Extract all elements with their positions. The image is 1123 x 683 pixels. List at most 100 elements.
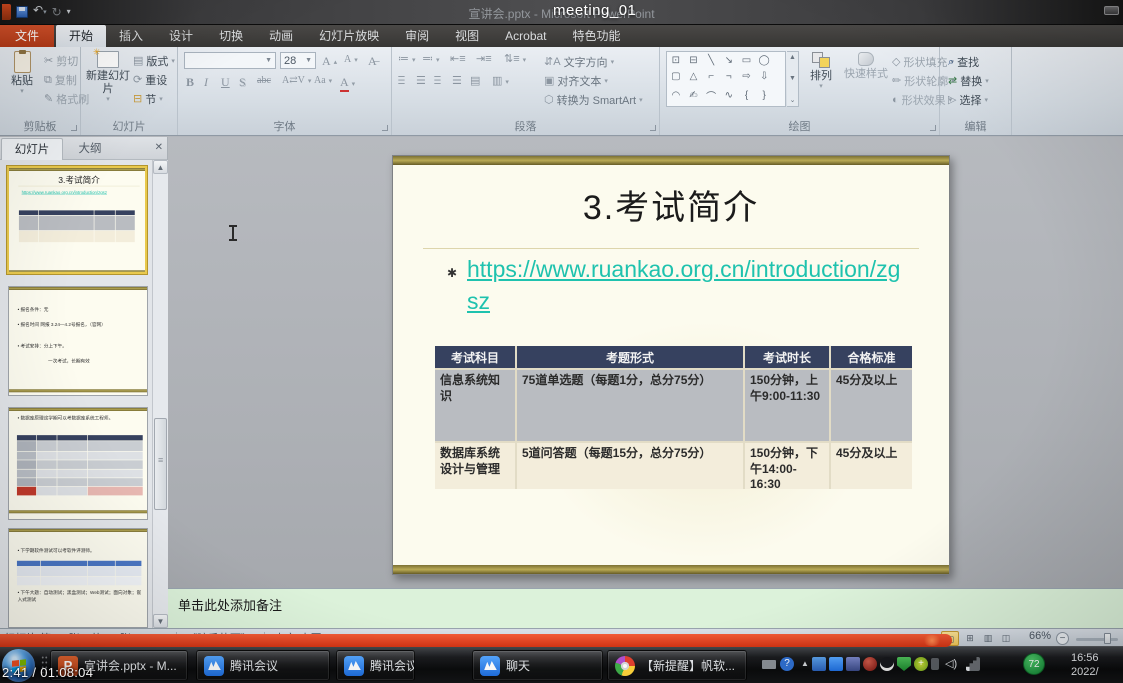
- tab-special-features[interactable]: 特色功能: [560, 25, 634, 47]
- left-brace-shape-icon[interactable]: {: [745, 90, 748, 101]
- change-case-icon[interactable]: Aa▾: [314, 75, 332, 86]
- arrow-shape-icon[interactable]: ↘: [725, 55, 733, 66]
- hyperlink[interactable]: https://www.ruankao.org.cn/introduction/…: [467, 256, 900, 283]
- thumbnail-slide-current[interactable]: 3.考试简介 https://www.ruankao.org.cn/introd…: [7, 166, 147, 274]
- text-shadow-icon[interactable]: S: [239, 75, 246, 90]
- slide-sorter-view-icon[interactable]: ⊞: [961, 631, 979, 646]
- shapes-gallery[interactable]: ⊡⊟ ╲↘ ▭◯ ▢△ ⌐¬ ⇨⇩ ◠✍ ⌒∿ {}: [666, 51, 786, 107]
- align-text-button[interactable]: ▣ 对齐文本▾: [544, 73, 608, 89]
- slideshow-view-icon[interactable]: ◫: [997, 631, 1015, 646]
- numbering-icon[interactable]: ≕▾: [422, 54, 440, 65]
- taskbar-tencent-meeting-2[interactable]: 腾讯会议: [336, 650, 415, 681]
- network-icon[interactable]: [966, 657, 980, 671]
- show-hidden-icons-chevron[interactable]: ▲: [798, 657, 812, 671]
- tab-outline[interactable]: 大纲: [65, 138, 115, 160]
- thumbnail-slide[interactable]: • 数据库原理这学期可以考数据库系统工程师。: [8, 407, 148, 520]
- text-direction-button[interactable]: ⇵A 文字方向▾: [544, 54, 614, 70]
- tab-review[interactable]: 审阅: [392, 25, 442, 47]
- zoom-slider[interactable]: [1076, 638, 1118, 641]
- close-icon[interactable]: ✕: [155, 142, 163, 153]
- arc-shape-icon[interactable]: ◠: [671, 90, 680, 101]
- slide-editing-area[interactable]: 3.考试简介 ✱ https://www.ruankao.org.cn/intr…: [168, 137, 1123, 588]
- taskbar-tencent-meeting-1[interactable]: 腾讯会议: [196, 650, 330, 681]
- notes-pane[interactable]: 单击此处添加备注: [168, 588, 1123, 628]
- tab-file[interactable]: 文件: [0, 25, 54, 47]
- scroll-up-icon[interactable]: ▲: [789, 54, 796, 61]
- scroll-down-icon[interactable]: ▼: [789, 75, 796, 82]
- video-progress-bar[interactable]: [0, 634, 952, 647]
- justify-icon[interactable]: ☰: [452, 76, 462, 87]
- font-color-icon[interactable]: A▾: [340, 75, 355, 92]
- text-box-vertical-shape-icon[interactable]: ⊟: [689, 55, 697, 66]
- slide-canvas[interactable]: 3.考试简介 ✱ https://www.ruankao.org.cn/intr…: [392, 155, 950, 575]
- font-name-combo[interactable]: ▼: [184, 52, 276, 69]
- curve-shape-icon[interactable]: ⌒: [706, 88, 716, 103]
- arrange-button[interactable]: 排列 ▾: [804, 52, 838, 92]
- zoom-slider-thumb[interactable]: [1104, 633, 1111, 644]
- paste-button[interactable]: 粘贴 ▾: [3, 51, 41, 97]
- increase-indent-icon[interactable]: ⇥≡: [476, 54, 492, 65]
- qq-icon[interactable]: [880, 657, 894, 671]
- taskbar-browser[interactable]: 【新提醒】帆软...: [607, 650, 747, 681]
- line-shape-icon[interactable]: ╲: [708, 55, 714, 66]
- rounded-rect-shape-icon[interactable]: ▢: [671, 71, 680, 82]
- elbow-shape-icon[interactable]: ⌐: [708, 71, 714, 82]
- strikethrough-icon[interactable]: abc: [257, 75, 271, 86]
- smartart-button[interactable]: ⬡ 转换为 SmartArt▾: [544, 92, 643, 108]
- right-brace-shape-icon[interactable]: }: [762, 90, 765, 101]
- hyperlink[interactable]: sz: [467, 288, 490, 315]
- zoom-out-icon[interactable]: −: [1056, 632, 1069, 645]
- exam-table[interactable]: 考试科目 考题形式 考试时长 合格标准 信息系统知识 75道单选题（每题1分，总…: [435, 346, 912, 489]
- panel-scrollbar[interactable]: ▲ ▼: [152, 160, 168, 628]
- scroll-down-icon[interactable]: ▼: [153, 614, 168, 628]
- tab-transitions[interactable]: 切换: [206, 25, 256, 47]
- grow-font-icon[interactable]: A▴: [322, 54, 337, 69]
- align-center-icon[interactable]: ☰: [416, 76, 426, 87]
- media-tray-icon[interactable]: [812, 657, 826, 671]
- align-left-icon[interactable]: Ⲷ: [398, 76, 405, 87]
- volume-icon[interactable]: ◁): [945, 657, 959, 671]
- tab-slideshow[interactable]: 幻灯片放映: [306, 25, 392, 47]
- find-button[interactable]: ⌕ 查找: [948, 54, 979, 70]
- tab-slides[interactable]: 幻灯片: [1, 138, 63, 160]
- bullets-icon[interactable]: ≔▾: [398, 54, 416, 65]
- copy-button[interactable]: ⧉ 复制: [44, 72, 77, 88]
- clear-formatting-icon[interactable]: A̶: [368, 54, 377, 69]
- distribute-icon[interactable]: ▤: [470, 76, 480, 87]
- select-button[interactable]: ▷ 选择▾: [948, 92, 988, 108]
- keyboard-icon[interactable]: [762, 660, 776, 669]
- replace-button[interactable]: ⇄ 替换▾: [948, 73, 989, 89]
- record-dot-icon[interactable]: [863, 657, 877, 671]
- shrink-font-icon[interactable]: A▾: [344, 54, 358, 65]
- triangle-shape-icon[interactable]: △: [690, 71, 698, 82]
- down-arrow-shape-icon[interactable]: ⇩: [760, 71, 768, 82]
- font-size-combo[interactable]: 28 ▼: [280, 52, 316, 69]
- text-box-shape-icon[interactable]: ⊡: [672, 55, 680, 66]
- dialog-launcher-icon[interactable]: [650, 125, 656, 131]
- cut-button[interactable]: ✂ 剪切: [44, 53, 78, 69]
- dialog-launcher-icon[interactable]: [382, 125, 388, 131]
- new-slide-button[interactable]: 新建幻灯片 ▾: [86, 51, 130, 105]
- layout-button[interactable]: ▤ 版式▾: [133, 53, 175, 69]
- tab-insert[interactable]: 插入: [106, 25, 156, 47]
- shapes-gallery-scrollbar[interactable]: ▲ ▼ ⌄: [787, 51, 799, 107]
- dialog-launcher-icon[interactable]: [71, 125, 77, 131]
- reading-view-icon[interactable]: ▥: [979, 631, 997, 646]
- help-icon[interactable]: ?: [780, 657, 794, 671]
- scrollbar-thumb[interactable]: [154, 418, 167, 510]
- antivirus-icon[interactable]: +: [914, 657, 928, 671]
- bold-icon[interactable]: B: [186, 75, 194, 90]
- thumbnail-slide[interactable]: • 报名条件：无 • 报名时间 网报 3.24—4.2号报名，（官网） • 考试…: [8, 286, 148, 396]
- oval-shape-icon[interactable]: ◯: [759, 55, 770, 66]
- tencent-meeting-tray-icon[interactable]: [829, 657, 843, 671]
- elbow-arrow-shape-icon[interactable]: ¬: [726, 71, 732, 82]
- tab-view[interactable]: 视图: [442, 25, 492, 47]
- scroll-up-icon[interactable]: ▲: [153, 160, 168, 174]
- tab-design[interactable]: 设计: [156, 25, 206, 47]
- section-button[interactable]: ⊟ 节▾: [133, 91, 163, 107]
- tab-animations[interactable]: 动画: [256, 25, 306, 47]
- slide-title[interactable]: 3.考试简介: [393, 180, 949, 229]
- minimize-button[interactable]: [1104, 6, 1119, 15]
- plug-icon[interactable]: [931, 658, 939, 670]
- dialog-launcher-icon[interactable]: [930, 125, 936, 131]
